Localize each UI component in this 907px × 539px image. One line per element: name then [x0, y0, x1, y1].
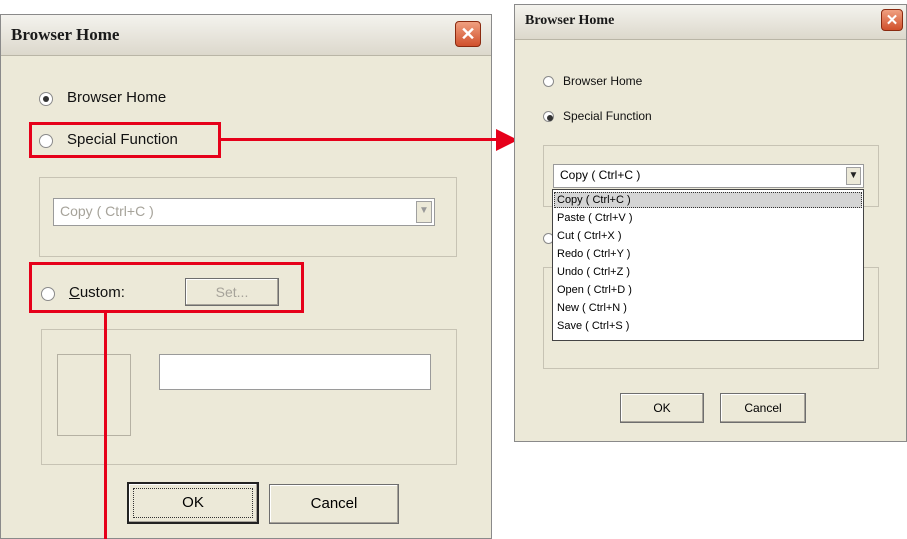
ok-button-label: OK [182, 494, 204, 511]
right-dialog-title: Browser Home [525, 13, 615, 28]
dropdown-option[interactable]: Cut ( Ctrl+X ) [554, 228, 862, 244]
dropdown-option[interactable]: Open ( Ctrl+D ) [554, 282, 862, 298]
custom-icon-preview [57, 354, 131, 436]
dropdown-option[interactable]: Redo ( Ctrl+Y ) [554, 246, 862, 262]
ok-button[interactable]: OK [127, 482, 259, 524]
radio-browser-home[interactable] [39, 92, 53, 106]
left-title-bar: Browser Home ✕ [1, 15, 491, 56]
dropdown-option[interactable]: New ( Ctrl+N ) [554, 300, 862, 316]
dropdown-option[interactable]: Paste ( Ctrl+V ) [554, 210, 862, 226]
function-dropdown-list[interactable]: Copy ( Ctrl+C ) Paste ( Ctrl+V ) Cut ( C… [552, 189, 864, 341]
custom-url-input[interactable] [159, 354, 431, 390]
right-cancel-button[interactable]: Cancel [720, 393, 806, 423]
right-radio-browser-home[interactable] [543, 76, 554, 87]
right-radio-browser-home-label: Browser Home [563, 74, 643, 88]
right-ok-button-label: OK [653, 401, 671, 415]
highlight-custom [29, 262, 304, 313]
highlight-special-function [29, 122, 221, 158]
right-function-combo[interactable]: Copy ( Ctrl+C ) ▼ [553, 164, 864, 188]
chevron-down-icon[interactable]: ▼ [846, 167, 861, 185]
left-dialog-title: Browser Home [11, 25, 120, 44]
cancel-button-label: Cancel [310, 495, 358, 512]
right-dialog: Browser Home ✕ Browser Home Special Func… [514, 4, 907, 442]
dropdown-option[interactable]: Undo ( Ctrl+Z ) [554, 264, 862, 280]
function-combo-disabled[interactable]: Copy ( Ctrl+C ) ▼ [53, 198, 435, 226]
right-function-combo-value: Copy ( Ctrl+C ) [560, 168, 641, 182]
close-icon[interactable]: ✕ [881, 9, 903, 31]
connector-line-horizontal [221, 138, 498, 141]
cancel-button[interactable]: Cancel [269, 484, 399, 524]
right-radio-special-function[interactable] [543, 111, 554, 122]
close-icon[interactable]: ✕ [455, 21, 481, 47]
dropdown-option[interactable]: Copy ( Ctrl+C ) [554, 192, 862, 208]
right-title-bar: Browser Home ✕ [515, 5, 906, 40]
right-radio-special-function-label: Special Function [563, 109, 652, 123]
dropdown-option[interactable]: Save ( Ctrl+S ) [554, 318, 862, 334]
connector-line-vertical [104, 313, 107, 539]
radio-browser-home-label: Browser Home [67, 89, 167, 106]
right-ok-button[interactable]: OK [620, 393, 704, 423]
chevron-down-icon[interactable]: ▼ [416, 201, 432, 223]
right-cancel-button-label: Cancel [744, 401, 782, 415]
function-combo-value: Copy ( Ctrl+C ) [60, 203, 154, 219]
